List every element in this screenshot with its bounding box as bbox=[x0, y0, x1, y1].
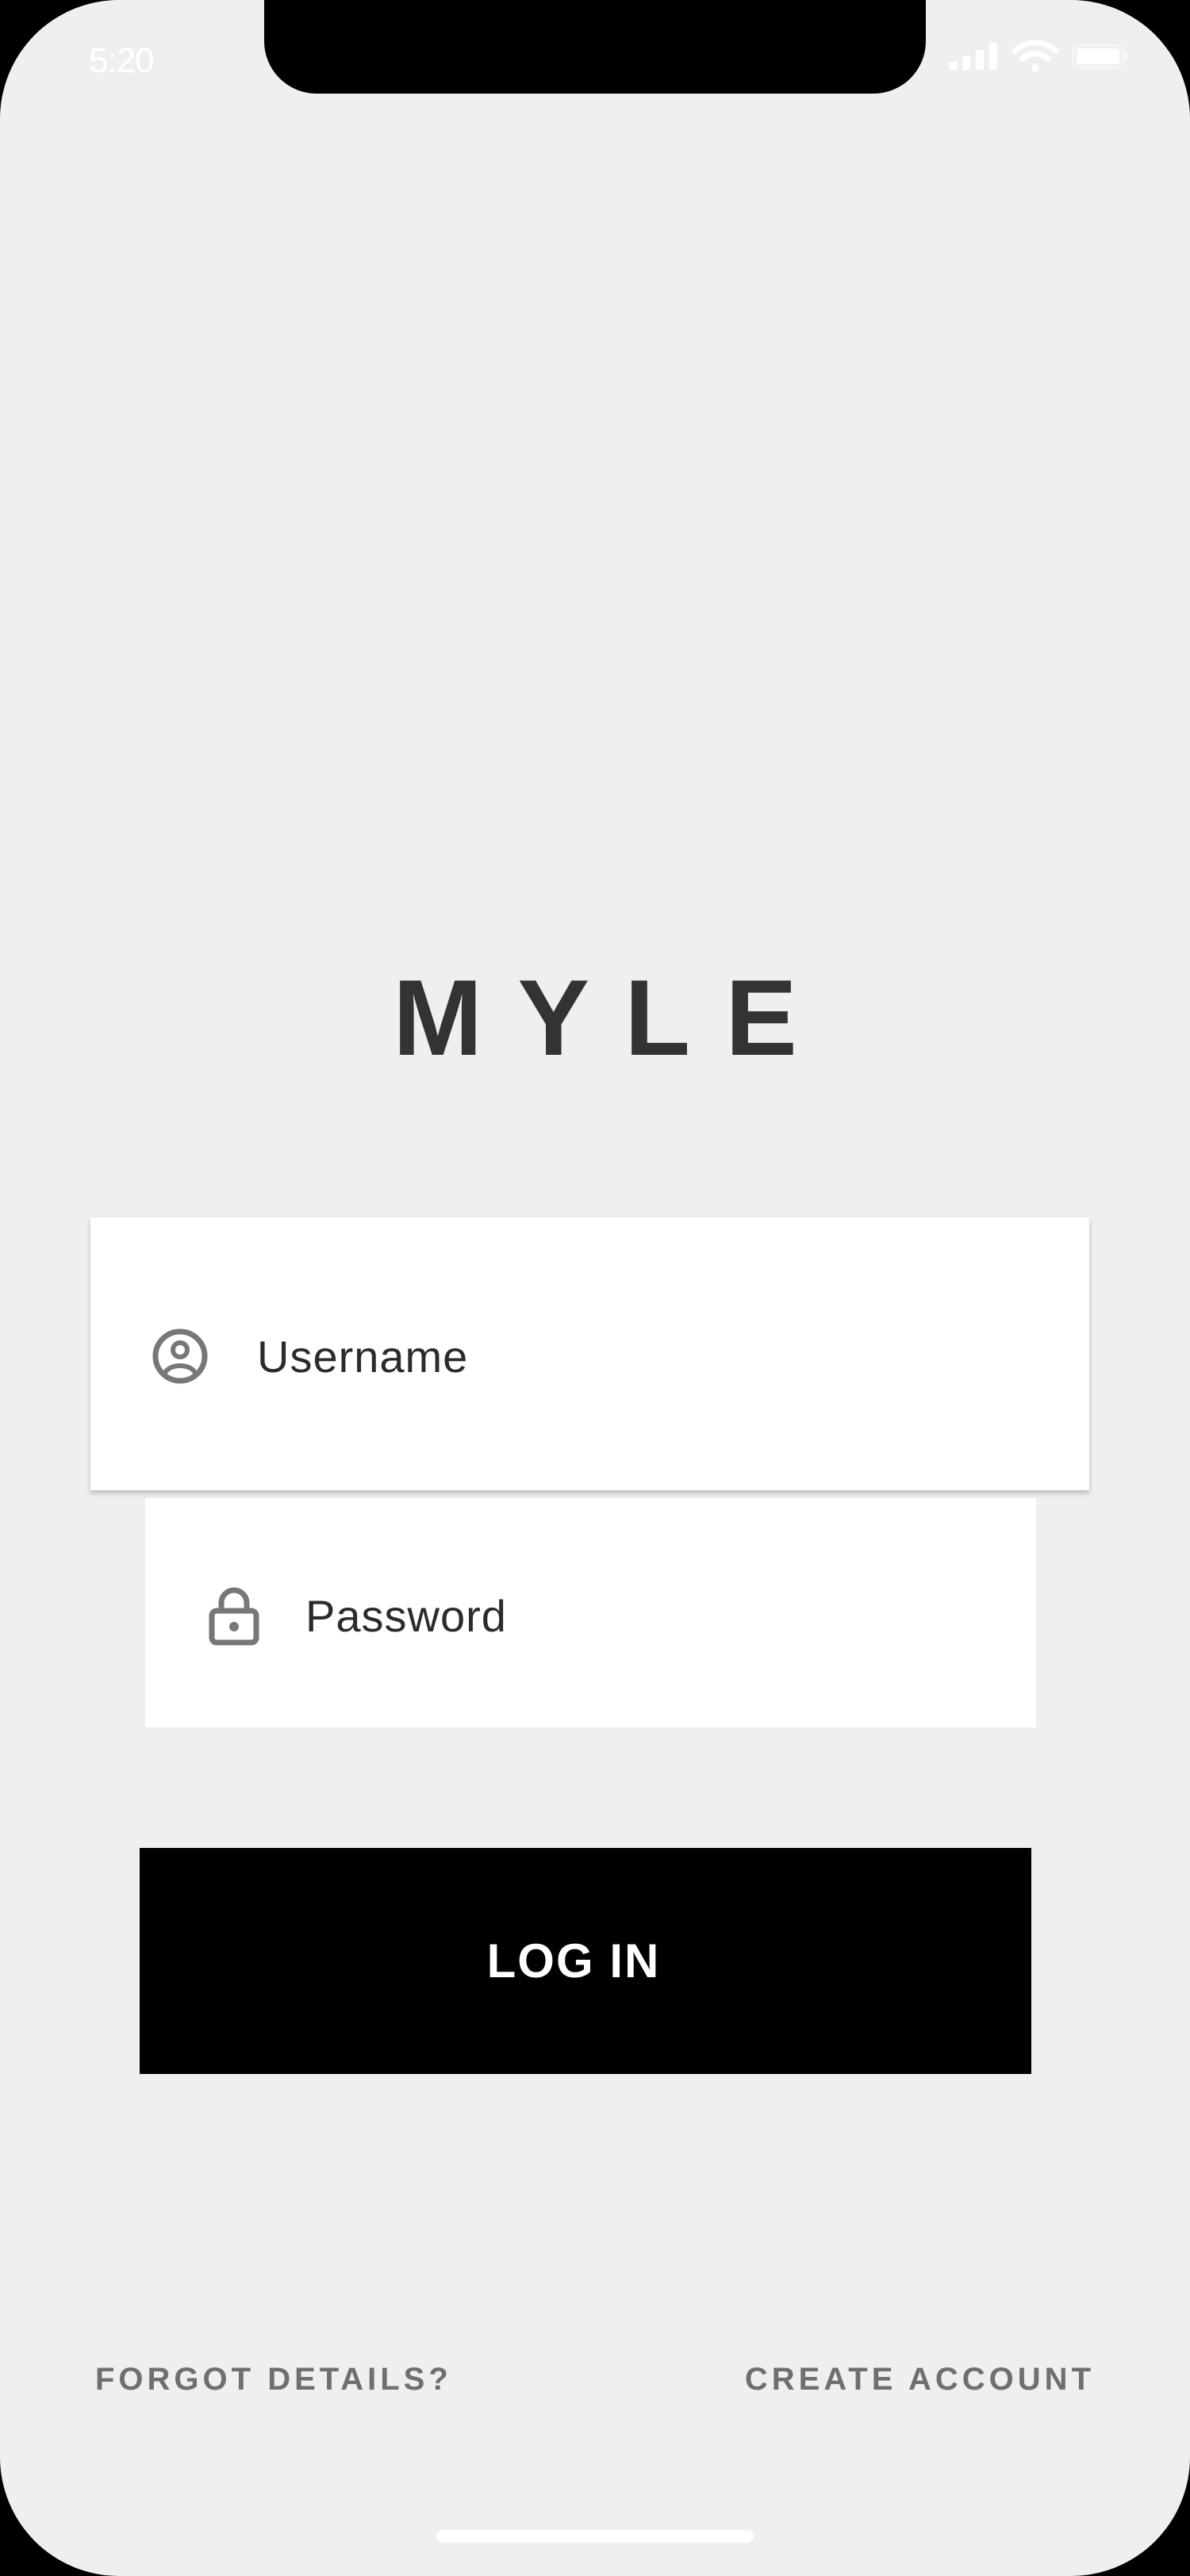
password-field[interactable] bbox=[145, 1498, 1036, 1727]
status-time: 5:20 bbox=[89, 41, 155, 80]
battery-icon bbox=[1073, 44, 1128, 68]
wifi-icon bbox=[1012, 40, 1059, 73]
username-field[interactable] bbox=[90, 1217, 1089, 1490]
password-input[interactable] bbox=[305, 1585, 1019, 1646]
create-account-link[interactable]: CREATE ACCOUNT bbox=[745, 2362, 1095, 2398]
login-button-label: LOG IN bbox=[486, 1934, 661, 1988]
phone-screen: 5:20 MYLE Username LOG IN FORGOT DETAILS… bbox=[0, 0, 1190, 2576]
home-indicator bbox=[436, 2530, 754, 2543]
user-circle-icon bbox=[152, 1328, 208, 1384]
brand-logo: MYLE bbox=[393, 957, 832, 1078]
username-input[interactable] bbox=[257, 1328, 971, 1384]
device-notch bbox=[264, 0, 926, 94]
lock-icon bbox=[209, 1585, 259, 1646]
signal-icon bbox=[949, 43, 998, 70]
login-button[interactable]: LOG IN bbox=[140, 1848, 1031, 2074]
forgot-details-link[interactable]: FORGOT DETAILS? bbox=[95, 2362, 452, 2398]
status-icons bbox=[949, 40, 1131, 73]
